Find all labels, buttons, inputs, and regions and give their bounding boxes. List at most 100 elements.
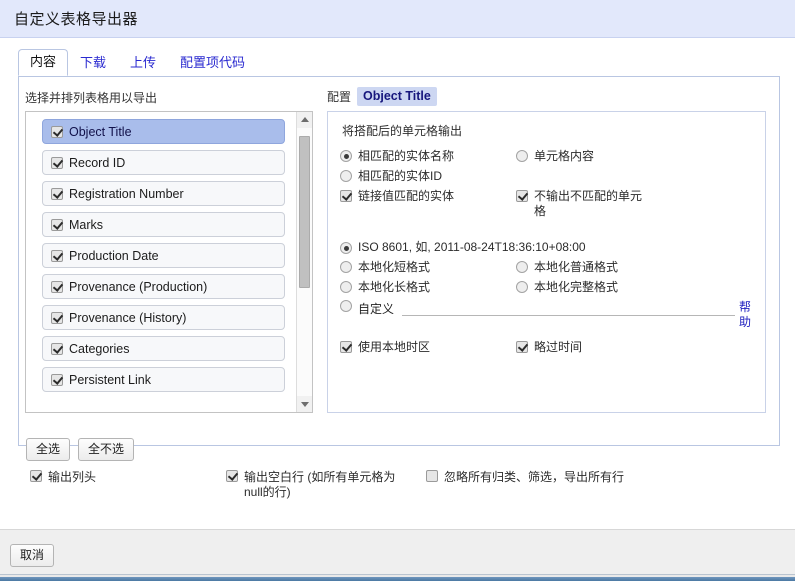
checkbox-icon[interactable] [30,470,42,482]
option-label: 链接值匹配的实体 [358,189,455,203]
checkbox-ignore-facets[interactable]: 忽略所有归类、筛选，导出所有行 [426,470,686,500]
checkbox-use-local-timezone[interactable]: 使用本地时区 [340,340,510,355]
radio-icon[interactable] [340,261,352,273]
checkbox-link-matched-entity[interactable]: 链接值匹配的实体 [340,189,510,219]
radio-icon[interactable] [516,150,528,162]
tab-download[interactable]: 下载 [68,50,118,76]
export-options-row: 输出列头 输出空白行 (如所有单元格为 null的行) 忽略所有归类、筛选，导出… [30,470,770,500]
checkbox-icon[interactable] [426,470,438,482]
radio-entity-id[interactable]: 相匹配的实体ID [340,169,510,184]
checkbox-output-blank-rows[interactable]: 输出空白行 (如所有单元格为 null的行) [226,470,426,500]
date-format-grid: 本地化短格式 本地化普通格式 本地化长格式 本地化完整格式 [340,260,753,300]
checkbox-icon[interactable] [51,280,63,293]
radio-cell-content[interactable]: 单元格内容 [516,149,753,164]
radio-icon[interactable] [516,281,528,293]
tab-config-code[interactable]: 配置项代码 [168,50,257,76]
checkbox-omit-time[interactable]: 略过时间 [516,340,753,355]
column-list-container: Object Title Record ID Registration Numb… [25,111,313,413]
option-label: 使用本地时区 [358,340,431,354]
checkbox-icon[interactable] [51,125,63,138]
radio-locale-full[interactable]: 本地化完整格式 [516,280,753,295]
help-link[interactable]: 帮助 [739,300,753,330]
date-checkbox-grid: 使用本地时区 略过时间 [340,340,753,360]
checkbox-icon[interactable] [340,190,352,202]
list-item[interactable]: Provenance (History) [42,305,285,330]
list-item-label: Record ID [69,155,126,170]
list-item[interactable]: Categories [42,336,285,361]
checkbox-icon[interactable] [51,373,63,386]
list-item[interactable]: Registration Number [42,181,285,206]
option-label: 相匹配的实体名称 [358,149,455,163]
list-item[interactable]: Object Title [42,119,285,144]
content-tab-panel: 选择并排列表格用以导出 配置 Object Title Object Title… [18,76,780,446]
checkbox-icon[interactable] [226,470,238,482]
config-field-chip: Object Title [357,87,437,106]
list-item-label: Marks [69,217,104,232]
list-item[interactable]: Production Date [42,243,285,268]
column-list[interactable]: Object Title Record ID Registration Numb… [26,112,296,412]
checkbox-icon[interactable] [51,249,63,262]
dialog-footer: 取消 [0,530,795,574]
checkbox-icon[interactable] [51,187,63,200]
scroll-down-button[interactable] [297,396,312,412]
field-config-panel: 将搭配后的单元格输出 相匹配的实体名称 单元格内容 相匹配的实体ID 链接值匹配… [327,111,766,413]
list-item[interactable]: Persistent Link [42,367,285,392]
option-label: 本地化短格式 [358,260,431,274]
custom-format-input[interactable] [402,300,735,316]
list-item-label: Persistent Link [69,372,151,387]
radio-icon[interactable] [340,281,352,293]
checkbox-icon[interactable] [51,311,63,324]
list-item-label: Registration Number [69,186,184,201]
option-label: 相匹配的实体ID [358,169,443,183]
tab-content[interactable]: 内容 [18,49,69,76]
list-item[interactable]: Marks [42,212,285,237]
page-title: 自定义表格导出器 [14,11,139,28]
date-format-options: ISO 8601, 如, 2011-08-24T18:36:10+08:00 本… [340,240,753,360]
select-all-button[interactable]: 全选 [26,438,71,461]
list-item[interactable]: Provenance (Production) [42,274,285,299]
list-item[interactable]: Record ID [42,150,285,175]
radio-icon[interactable] [340,300,352,312]
triangle-down-icon [301,402,309,407]
triangle-up-icon [301,117,309,122]
checkbox-icon[interactable] [51,342,63,355]
radio-locale-medium[interactable]: 本地化普通格式 [516,260,753,275]
window-bottom-bar [0,574,795,581]
list-item-label: Provenance (Production) [69,279,208,294]
divider [340,224,753,236]
scrollbar-thumb[interactable] [299,136,310,288]
window-titlebar: 自定义表格导出器 [0,0,795,38]
scroll-up-button[interactable] [297,112,312,128]
list-scrollbar[interactable] [296,112,312,412]
radio-entity-name[interactable]: 相匹配的实体名称 [340,149,510,164]
radio-icon[interactable] [516,261,528,273]
cancel-button[interactable]: 取消 [10,544,55,567]
list-action-buttons: 全选 全不选 [26,438,135,461]
option-label: 本地化完整格式 [534,280,619,294]
tab-bar: 内容 下载 上传 配置项代码 [18,49,795,76]
checkbox-icon[interactable] [340,341,352,353]
option-label: ISO 8601, 如, 2011-08-24T18:36:10+08:00 [358,240,586,254]
radio-icon[interactable] [340,150,352,162]
select-none-button[interactable]: 全不选 [78,438,135,461]
checkbox-output-header[interactable]: 输出列头 [30,470,226,500]
checkbox-icon[interactable] [516,341,528,353]
radio-icon[interactable] [340,170,352,182]
option-label: 输出空白行 (如所有单元格为 null的行) [244,470,396,499]
checkbox-icon[interactable] [51,218,63,231]
match-output-heading: 将搭配后的单元格输出 [342,124,463,138]
option-label: 本地化普通格式 [534,260,619,274]
tab-upload[interactable]: 上传 [118,50,168,76]
radio-locale-short[interactable]: 本地化短格式 [340,260,510,275]
list-item-label: Object Title [69,124,132,139]
match-options-grid: 相匹配的实体名称 单元格内容 相匹配的实体ID 链接值匹配的实体 不输出不匹配的… [340,149,753,224]
checkbox-skip-unmatched-cell[interactable]: 不输出不匹配的单元格 [516,189,753,219]
option-label: 不输出不匹配的单元格 [534,189,643,218]
checkbox-icon[interactable] [51,156,63,169]
radio-iso8601[interactable]: ISO 8601, 如, 2011-08-24T18:36:10+08:00 [340,240,753,255]
radio-icon[interactable] [340,242,352,254]
config-heading-row: 配置 Object Title [327,87,437,106]
radio-locale-long[interactable]: 本地化长格式 [340,280,510,295]
option-label: 单元格内容 [534,149,595,163]
checkbox-icon[interactable] [516,190,528,202]
